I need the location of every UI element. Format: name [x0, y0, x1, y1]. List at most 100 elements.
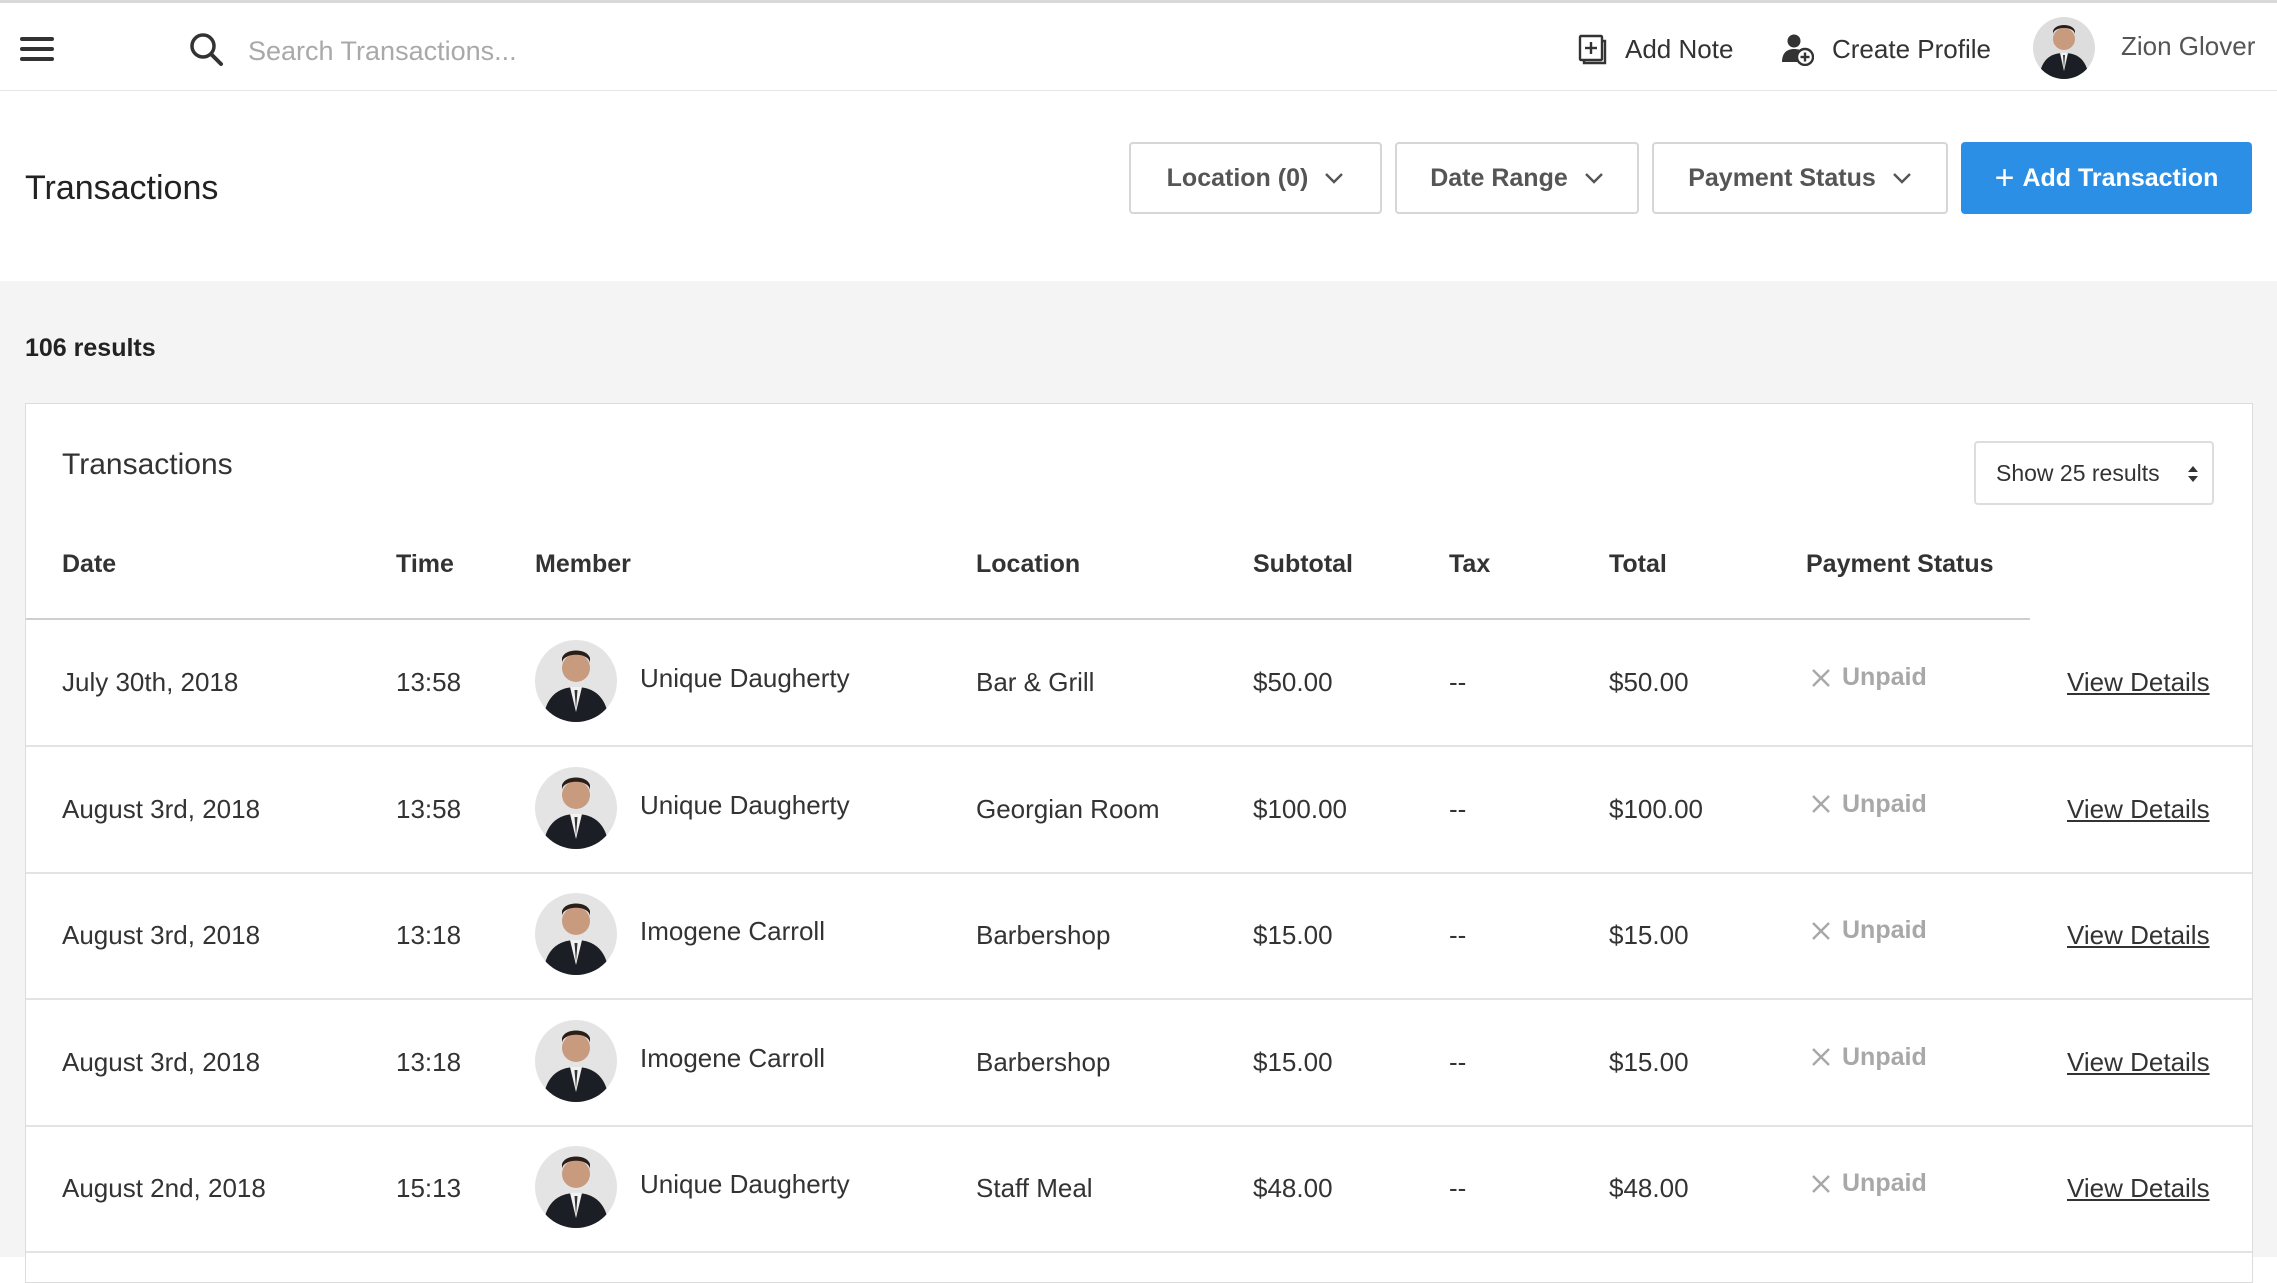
location-filter[interactable]: Location (0) — [1129, 142, 1382, 214]
results-count: 106 results — [25, 334, 156, 362]
row-location: Barbershop — [976, 920, 1111, 950]
row-location: Barbershop — [976, 1046, 1111, 1077]
add-transaction-label: Add Transaction — [2022, 163, 2219, 192]
page-size-label: Show 25 results — [1996, 459, 2160, 486]
table-row[interactable]: August 2nd, 2018 15:13 Unique Daugherty … — [26, 1125, 2252, 1253]
search-icon — [190, 33, 223, 66]
close-icon — [1812, 1048, 1830, 1066]
row-subtotal: $15.00 — [1253, 920, 1333, 950]
row-time: 13:18 — [396, 1046, 462, 1077]
table-header: Date Time Member Location Subtotal Tax T… — [26, 550, 2030, 620]
row-tax: -- — [1449, 793, 1467, 824]
row-total: $50.00 — [1609, 667, 1689, 697]
row-tax: -- — [1449, 667, 1467, 697]
content-area: 106 results Transactions Show 25 results… — [0, 281, 2277, 1283]
date-range-filter[interactable]: Date Range — [1395, 142, 1639, 214]
status-label: Unpaid — [1842, 789, 1927, 818]
status-label: Unpaid — [1842, 916, 1927, 944]
status-badge: Unpaid — [1810, 1169, 1927, 1198]
row-tax: -- — [1449, 920, 1467, 950]
row-location: Georgian Room — [976, 793, 1160, 824]
add-note-button[interactable]: Add Note — [1575, 27, 1733, 71]
view-details-link[interactable]: View Details — [2067, 794, 2210, 825]
column-location[interactable]: Location — [976, 550, 1080, 579]
row-total: $100.00 — [1609, 793, 1703, 824]
user-avatar[interactable] — [2033, 17, 2095, 79]
member-avatar[interactable] — [535, 1019, 617, 1102]
column-total[interactable]: Total — [1609, 550, 1667, 579]
chevron-down-icon — [1325, 173, 1344, 184]
column-date[interactable]: Date — [62, 550, 116, 579]
row-time: 13:58 — [396, 667, 462, 697]
add-transaction-button[interactable]: + Add Transaction — [1961, 142, 2252, 214]
close-icon — [1812, 795, 1830, 813]
row-tax: -- — [1449, 1046, 1467, 1077]
table-row[interactable]: July 30th, 2018 13:58 Unique Daugherty B… — [26, 619, 2252, 747]
row-subtotal: $48.00 — [1253, 1173, 1333, 1203]
close-icon — [1812, 1174, 1830, 1193]
column-time[interactable]: Time — [396, 550, 454, 579]
status-badge: Unpaid — [1810, 663, 1927, 692]
row-date: August 2nd, 2018 — [62, 1173, 266, 1203]
user-name[interactable]: Zion Glover — [2121, 31, 2255, 62]
member-avatar[interactable] — [535, 893, 617, 975]
plus-icon: + — [1994, 159, 2015, 197]
row-subtotal: $50.00 — [1253, 667, 1333, 697]
add-note-label: Add Note — [1625, 33, 1734, 64]
member-avatar[interactable] — [535, 640, 617, 722]
page-header: Transactions Location (0) Date Range Pay… — [0, 91, 2277, 281]
chevron-down-icon — [1584, 173, 1603, 184]
row-date: August 3rd, 2018 — [62, 1046, 261, 1077]
payment-status-filter-label: Payment Status — [1688, 163, 1876, 192]
create-profile-label: Create Profile — [1832, 33, 1991, 64]
close-icon — [1812, 668, 1830, 687]
page-size-select[interactable]: Show 25 results — [1974, 441, 2214, 505]
row-date: August 3rd, 2018 — [62, 920, 261, 950]
close-icon — [1812, 921, 1830, 940]
search-input[interactable] — [246, 29, 810, 73]
table-row[interactable]: August 3rd, 2018 13:18 Imogene Carroll B… — [26, 999, 2252, 1127]
row-date: July 30th, 2018 — [62, 667, 239, 697]
status-badge: Unpaid — [1810, 790, 1927, 819]
note-icon — [1578, 34, 1607, 65]
view-details-link[interactable]: View Details — [2067, 1047, 2210, 1078]
table-row[interactable]: August 3rd, 2018 13:58 Unique Daugherty … — [26, 746, 2252, 874]
row-member[interactable]: Unique Daugherty — [640, 663, 850, 694]
row-total: $15.00 — [1609, 1046, 1689, 1077]
status-label: Unpaid — [1842, 663, 1927, 691]
column-tax[interactable]: Tax — [1449, 550, 1490, 579]
row-time: 13:18 — [396, 920, 462, 950]
status-badge: Unpaid — [1810, 916, 1927, 945]
column-payment-status[interactable]: Payment Status — [1806, 550, 1994, 579]
date-range-filter-label: Date Range — [1430, 163, 1568, 192]
row-member[interactable]: Imogene Carroll — [640, 1043, 825, 1074]
column-member[interactable]: Member — [535, 550, 631, 579]
status-label: Unpaid — [1842, 1042, 1927, 1071]
row-member[interactable]: Imogene Carroll — [640, 916, 825, 947]
table-row[interactable]: August 3rd, 2018 13:18 Imogene Carroll B… — [26, 872, 2252, 1000]
sort-updown-icon — [2188, 466, 2198, 482]
top-bar: Add Note Create Profile Zion Glover — [0, 0, 2277, 91]
view-details-link[interactable]: View Details — [2067, 667, 2210, 698]
row-location: Bar & Grill — [976, 667, 1095, 697]
member-avatar[interactable] — [535, 766, 617, 849]
view-details-link[interactable]: View Details — [2067, 920, 2210, 951]
row-member[interactable]: Unique Daugherty — [640, 1169, 850, 1200]
row-subtotal: $15.00 — [1253, 1046, 1333, 1077]
create-profile-button[interactable]: Create Profile — [1780, 27, 1991, 71]
column-subtotal[interactable]: Subtotal — [1253, 550, 1353, 579]
row-subtotal: $100.00 — [1253, 793, 1347, 824]
menu-icon[interactable] — [20, 37, 54, 61]
table-title: Transactions — [62, 448, 233, 481]
add-user-icon — [1782, 34, 1814, 66]
row-member[interactable]: Unique Daugherty — [640, 790, 850, 821]
view-details-link[interactable]: View Details — [2067, 1173, 2210, 1204]
member-avatar[interactable] — [535, 1146, 617, 1228]
chevron-down-icon — [1892, 173, 1911, 184]
location-filter-label: Location (0) — [1166, 163, 1309, 192]
row-total: $15.00 — [1609, 920, 1689, 950]
status-label: Unpaid — [1842, 1169, 1927, 1197]
row-time: 15:13 — [396, 1173, 462, 1203]
payment-status-filter[interactable]: Payment Status — [1652, 142, 1948, 214]
row-time: 13:58 — [396, 793, 462, 824]
